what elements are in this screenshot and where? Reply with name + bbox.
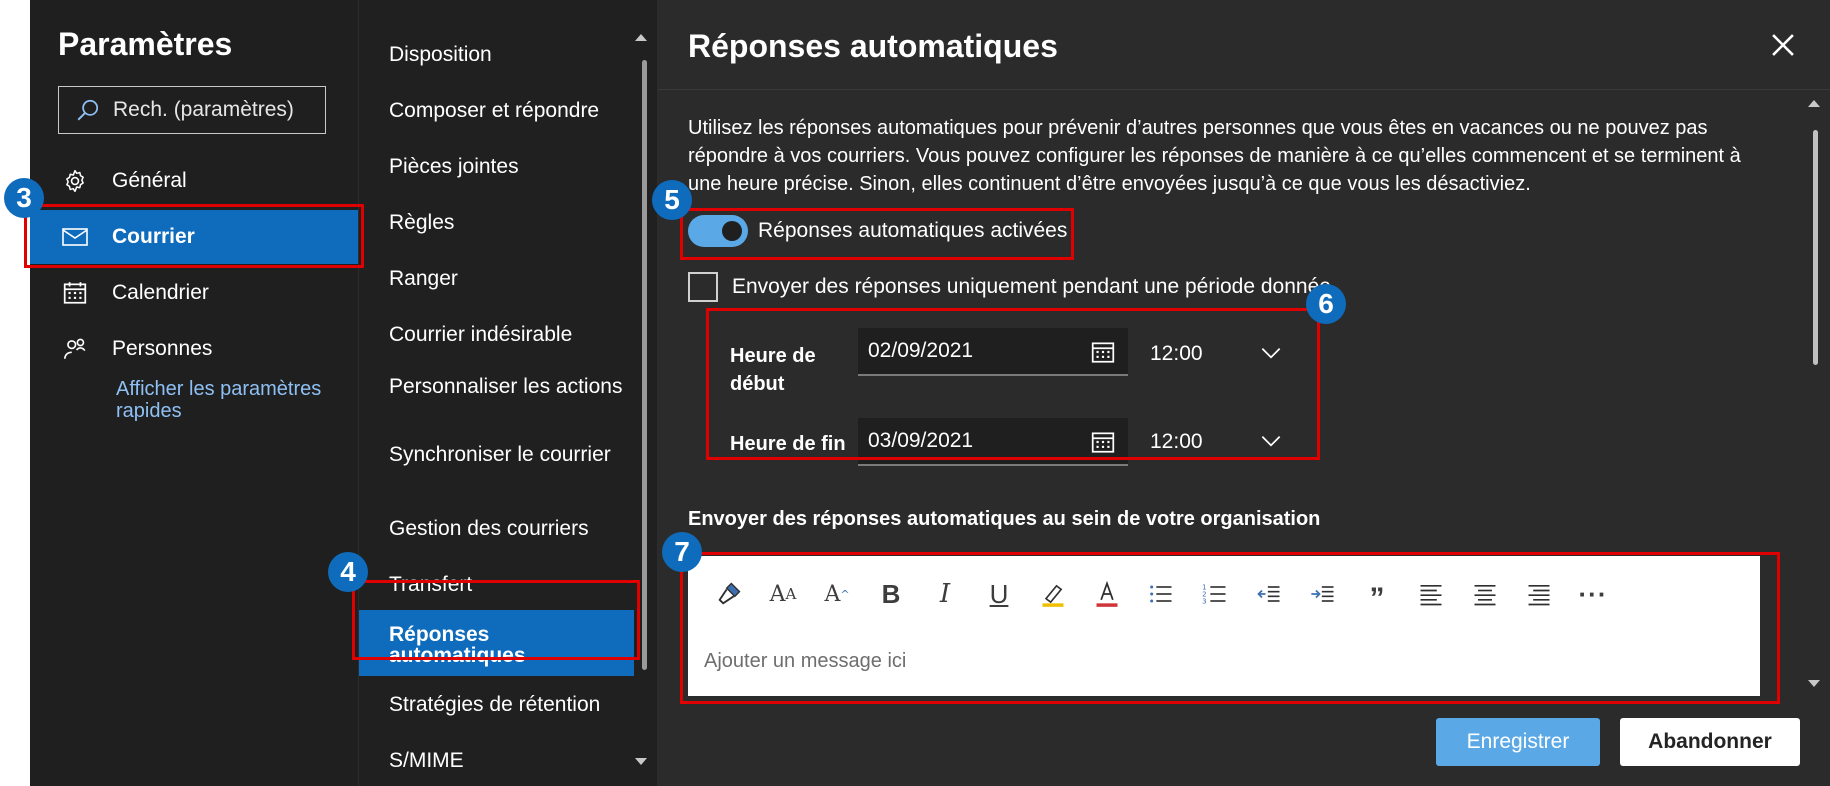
scroll-up-arrow-icon[interactable] [1808,100,1820,107]
step-badge-6: 6 [1306,284,1346,324]
scroll-up-arrow-icon[interactable] [635,34,647,41]
step-badge-7: 7 [662,532,702,572]
panel-header: Réponses automatiques [658,0,1830,90]
settings-search-input[interactable]: Rech. (paramètres) [58,86,326,134]
scroll-down-arrow-icon[interactable] [1808,680,1820,687]
panel-scrollbar-thumb[interactable] [1813,130,1818,365]
period-checkbox-label: Envoyer des réponses uniquement pendant … [732,275,1331,298]
step-badge-3: 3 [4,178,44,218]
close-icon[interactable] [1766,28,1800,62]
menu-item-smime[interactable]: S/MIME [389,750,634,771]
menu-scrollbar-thumb[interactable] [642,60,647,670]
menu-item-rules[interactable]: Règles [389,212,634,233]
menu-item-retention-policies[interactable]: Stratégies de rétention [389,694,634,715]
menu-item-compose-reply[interactable]: Composer et répondre [389,100,634,121]
step-badge-4: 4 [328,552,368,592]
menu-item-sync-email[interactable]: Synchroniser le courrier [389,444,634,465]
scroll-down-arrow-icon[interactable] [635,758,647,765]
menu-item-junk-mail[interactable]: Courrier indésirable [389,324,634,345]
org-replies-heading: Envoyer des réponses automatiques au sei… [688,508,1321,530]
calendar-icon [60,278,90,308]
nav-item-label: Général [112,169,187,192]
panel-title: Réponses automatiques [688,28,1058,64]
menu-item-message-handling[interactable]: Gestion des courriers [389,518,634,539]
period-checkbox[interactable] [688,272,718,302]
settings-title: Paramètres [58,26,233,62]
panel-description: Utilisez les réponses automatiques pour … [688,117,1741,195]
nav-item-general[interactable]: Général [30,154,358,208]
cancel-button[interactable]: Abandonner [1620,718,1800,766]
settings-nav-pane: Paramètres Rech. (paramètres) Général Co… [30,0,358,786]
save-button[interactable]: Enregistrer [1436,718,1600,766]
highlight-box-editor [680,552,1780,704]
menu-item-customize-actions[interactable]: Personnaliser les actions [389,376,634,397]
nav-item-people[interactable]: Personnes [30,322,358,376]
nav-item-label: Personnes [112,337,213,360]
people-icon [60,334,90,364]
outlook-settings-window: Paramètres Rech. (paramètres) Général Co… [0,0,1830,786]
nav-item-calendar[interactable]: Calendrier [30,266,358,320]
menu-item-sweep[interactable]: Ranger [389,268,634,289]
mail-settings-menu: Disposition Composer et répondre Pièces … [358,0,658,786]
menu-item-layout[interactable]: Disposition [389,44,634,65]
quick-settings-link[interactable]: Afficher les paramètres rapides [116,378,356,422]
menu-item-attachments[interactable]: Pièces jointes [389,156,634,177]
nav-item-label: Calendrier [112,281,209,304]
highlight-box-toggle [680,208,1074,260]
search-icon [77,99,99,121]
highlight-box-auto-replies [352,580,640,660]
period-checkbox-row: Envoyer des réponses uniquement pendant … [688,272,1331,302]
highlight-box-courrier [24,204,364,268]
highlight-box-time-range [706,308,1320,460]
gear-icon [60,166,90,196]
search-placeholder: Rech. (paramètres) [113,98,294,121]
step-badge-5: 5 [652,180,692,220]
